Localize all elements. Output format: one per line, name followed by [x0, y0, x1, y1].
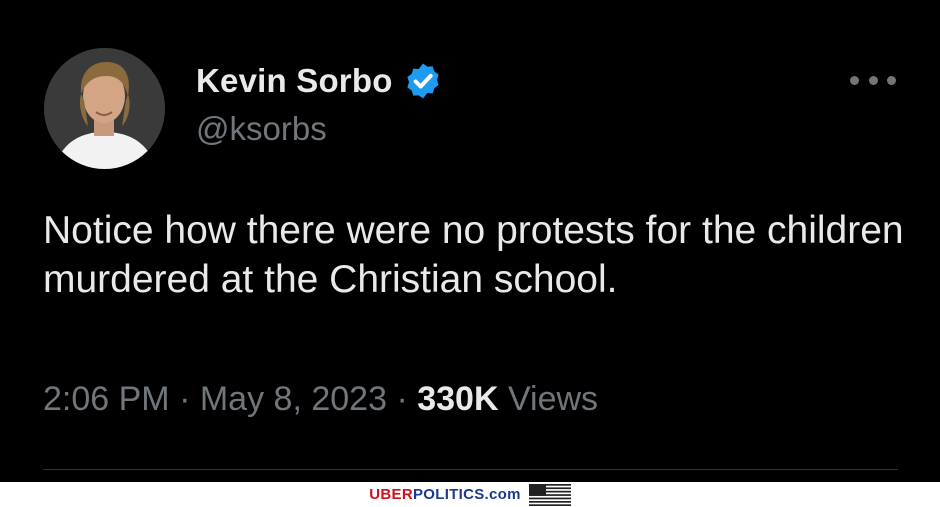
avatar-image [44, 48, 165, 169]
tweet-text: Notice how there were no protests for th… [43, 209, 904, 301]
more-dot [868, 75, 878, 85]
watermark-footer: UBERPOLITICS.com [0, 482, 940, 507]
more-dot [850, 75, 859, 85]
brand-part-1: UBER [369, 486, 413, 503]
author-handle[interactable]: @ksorbs [196, 110, 327, 148]
divider [43, 469, 898, 470]
brand-part-2: POLITICS [412, 486, 485, 503]
avatar[interactable] [44, 48, 165, 169]
meta-separator: · [179, 380, 191, 418]
meta-separator: · [396, 380, 408, 418]
author-name-row: Kevin Sorbo [196, 58, 443, 104]
more-dot [887, 75, 896, 85]
tweet-card: Kevin Sorbo @ksorbs Notice how there wer… [0, 0, 940, 482]
tweet-date[interactable]: May 8, 2023 [200, 380, 387, 418]
brand-part-3: .com [484, 486, 521, 503]
tweet-time[interactable]: 2:06 PM [43, 380, 170, 418]
author-display-name[interactable]: Kevin Sorbo [196, 62, 393, 100]
verified-badge-icon [406, 63, 439, 99]
tweet-meta: 2:06 PM · May 8, 2023 · 330K Views [43, 380, 598, 419]
views-label: Views [507, 380, 599, 418]
views-count: 330K [417, 380, 499, 418]
us-flag-icon [528, 483, 571, 506]
brand-logo: UBERPOLITICS.com [369, 486, 521, 503]
more-options-icon[interactable] [850, 68, 896, 92]
